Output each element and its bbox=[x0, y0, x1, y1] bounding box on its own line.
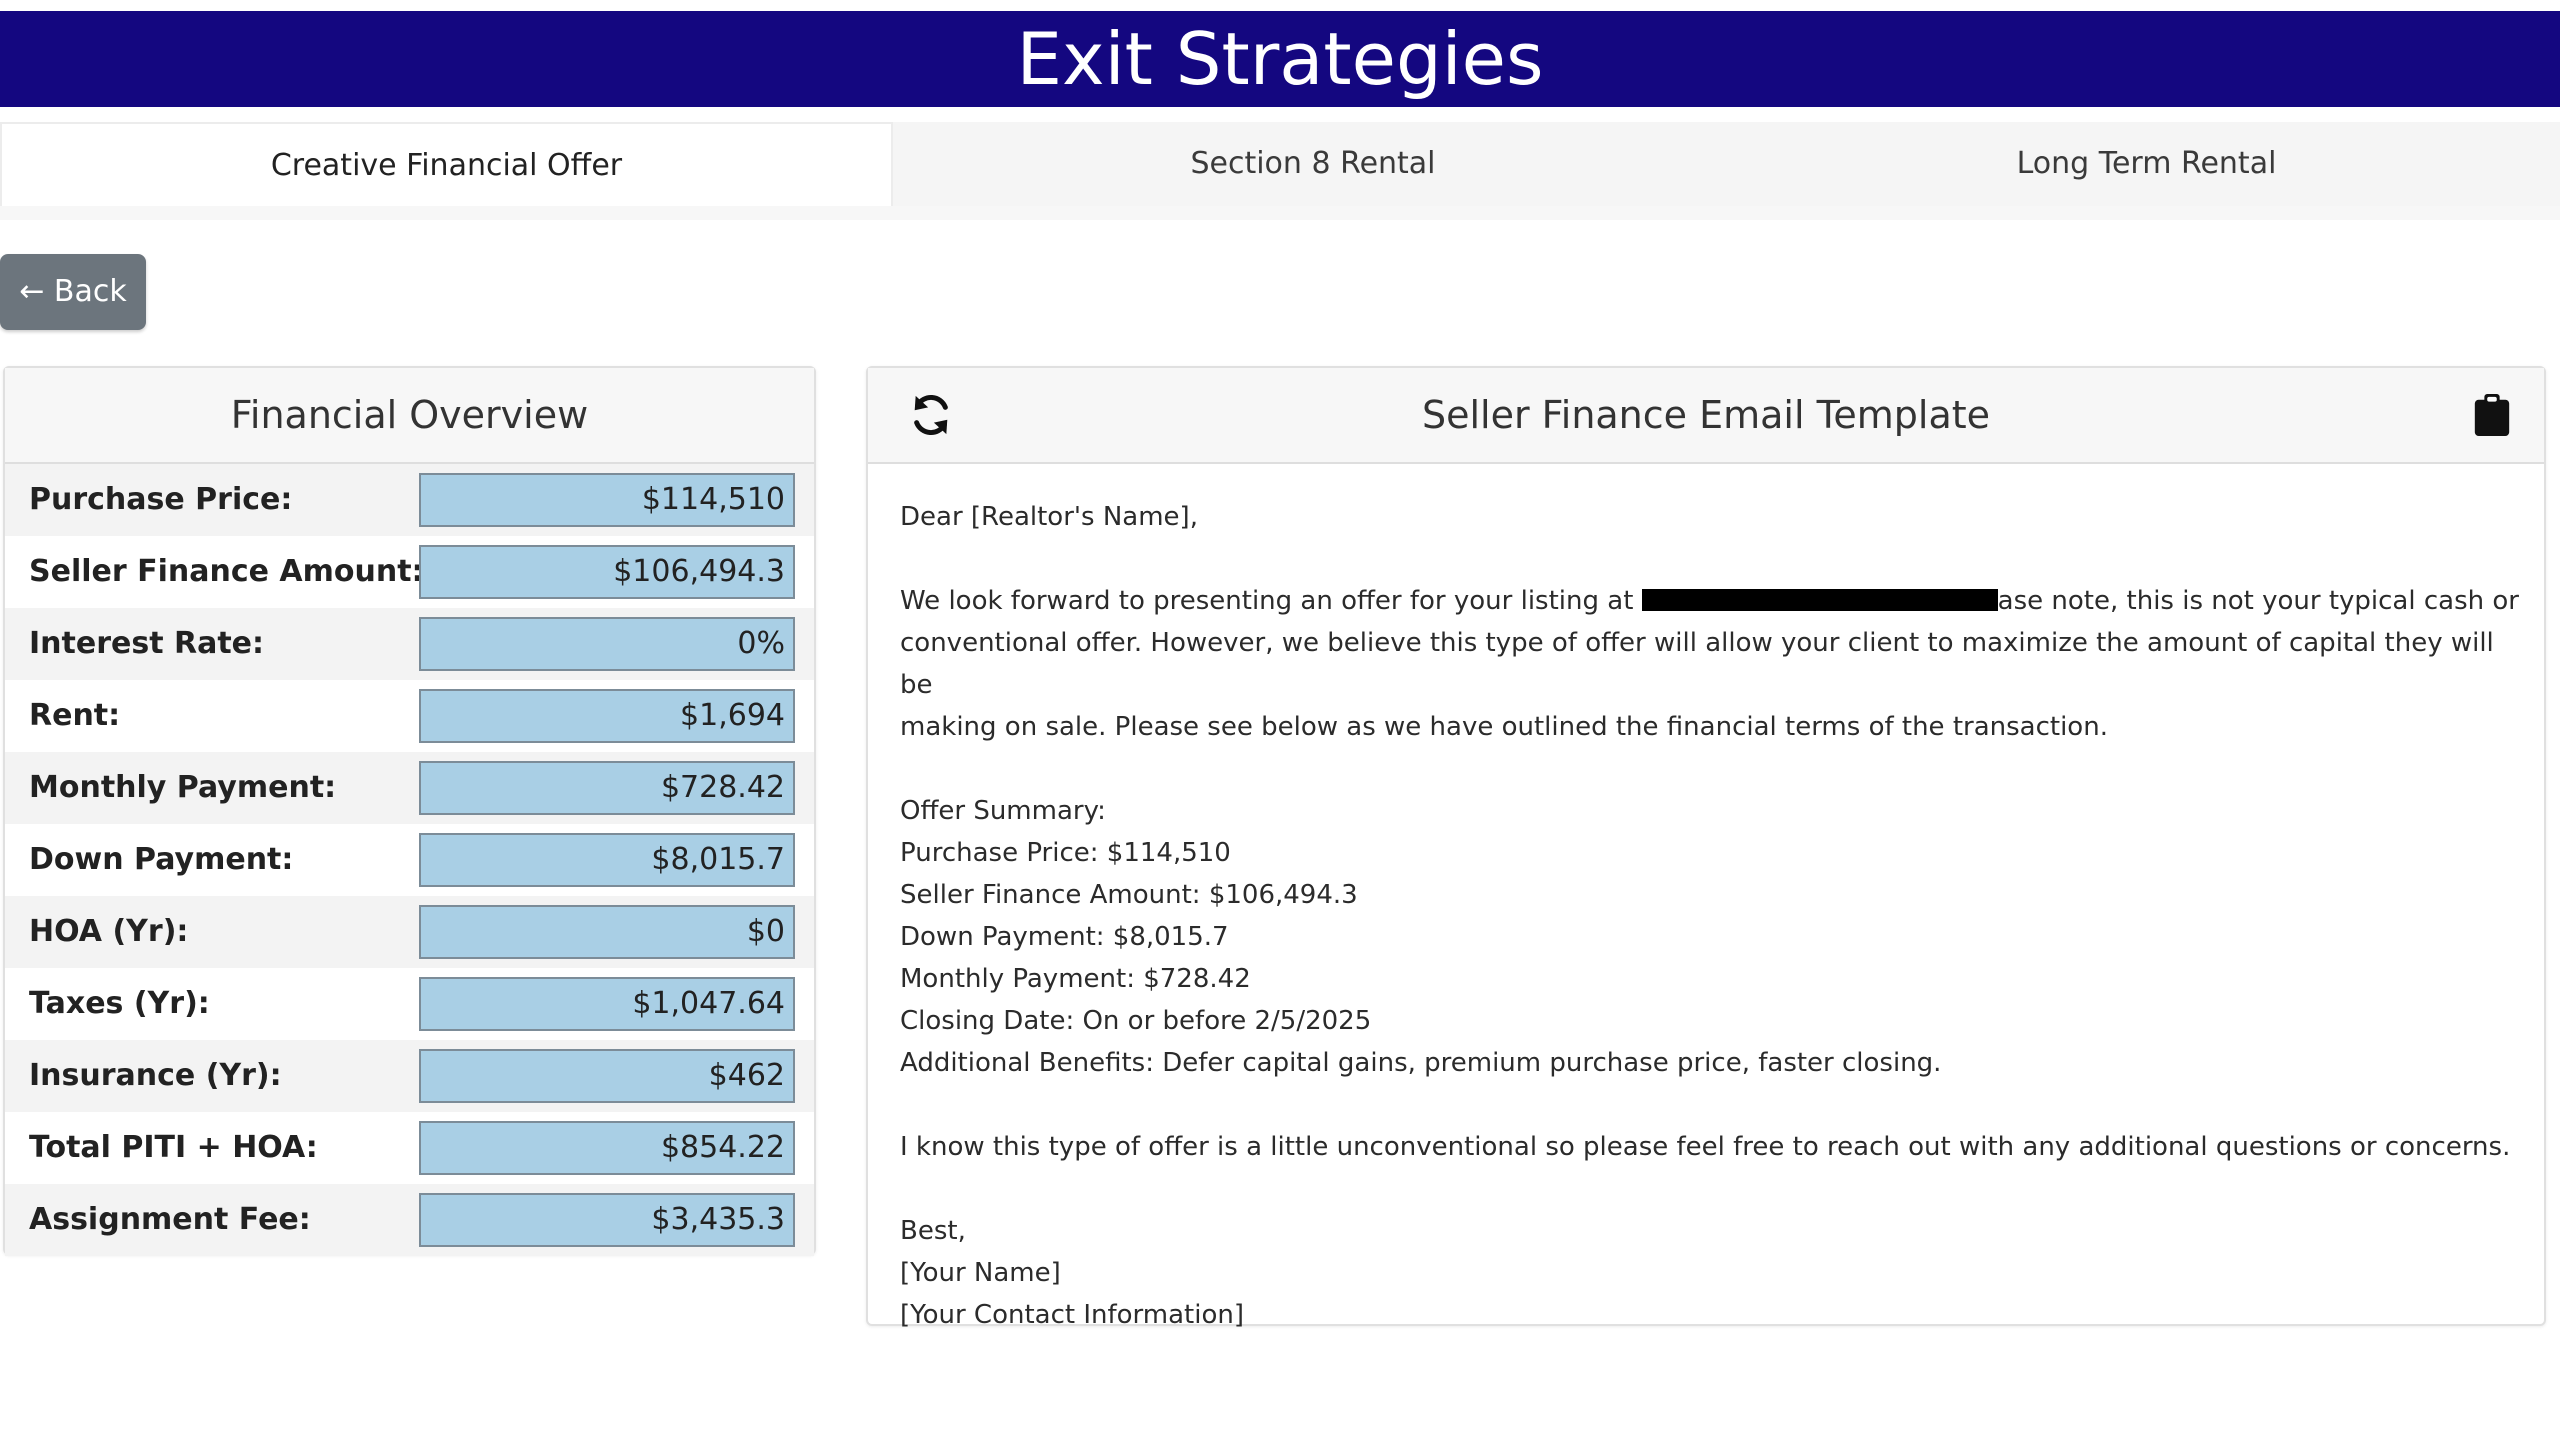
email-template-title: Seller Finance Email Template bbox=[1421, 393, 1991, 437]
email-intro-line-2: conventional offer. However, we believe … bbox=[900, 628, 2494, 700]
financial-overview-panel: Financial Overview Purchase Price: $114,… bbox=[3, 366, 816, 1256]
back-button[interactable]: ← Back bbox=[0, 254, 146, 330]
email-template-header: Seller Finance Email Template bbox=[868, 368, 2544, 464]
row-insurance: Insurance (Yr): $462 bbox=[5, 1040, 814, 1112]
interest-rate-field[interactable]: 0% bbox=[419, 617, 795, 671]
row-purchase-price: Purchase Price: $114,510 bbox=[5, 464, 814, 536]
insurance-label: Insurance (Yr): bbox=[29, 1058, 282, 1093]
down-payment-label: Down Payment: bbox=[29, 842, 294, 877]
seller-finance-amount-label: Seller Finance Amount: bbox=[29, 554, 424, 589]
email-intro-line-3: making on sale. Please see below as we h… bbox=[900, 712, 2108, 742]
email-intro-part-2: ase note, this is not your typical cash … bbox=[1997, 586, 2519, 616]
summary-closing-date: Closing Date: On or before 2/5/2025 bbox=[900, 1006, 1372, 1036]
page-title: Exit Strategies bbox=[1016, 17, 1544, 101]
email-closing-note: I know this type of offer is a little un… bbox=[900, 1132, 2511, 1162]
assignment-fee-label: Assignment Fee: bbox=[29, 1202, 311, 1237]
summary-seller-finance-amount: Seller Finance Amount: $106,494.3 bbox=[900, 880, 1358, 910]
row-total-piti-hoa: Total PITI + HOA: $854.22 bbox=[5, 1112, 814, 1184]
rent-label: Rent: bbox=[29, 698, 121, 733]
tab-divider bbox=[0, 206, 2560, 220]
summary-additional-benefits: Additional Benefits: Defer capital gains… bbox=[900, 1048, 1942, 1078]
row-monthly-payment: Monthly Payment: $728.42 bbox=[5, 752, 814, 824]
email-intro-part-1: We look forward to presenting an offer f… bbox=[900, 586, 1634, 616]
rent-field[interactable]: $1,694 bbox=[419, 689, 795, 743]
tab-creative-financial-offer[interactable]: Creative Financial Offer bbox=[0, 122, 893, 206]
row-interest-rate: Interest Rate: 0% bbox=[5, 608, 814, 680]
total-piti-hoa-field[interactable]: $854.22 bbox=[419, 1121, 795, 1175]
clipboard-icon[interactable] bbox=[2474, 394, 2510, 436]
summary-purchase-price: Purchase Price: $114,510 bbox=[900, 838, 1231, 868]
hoa-field[interactable]: $0 bbox=[419, 905, 795, 959]
row-seller-finance-amount: Seller Finance Amount: $106,494.3 bbox=[5, 536, 814, 608]
seller-finance-amount-field[interactable]: $106,494.3 bbox=[419, 545, 795, 599]
row-hoa: HOA (Yr): $0 bbox=[5, 896, 814, 968]
email-contact-placeholder: [Your Contact Information] bbox=[900, 1300, 1244, 1330]
taxes-label: Taxes (Yr): bbox=[29, 986, 210, 1021]
hoa-label: HOA (Yr): bbox=[29, 914, 189, 949]
row-down-payment: Down Payment: $8,015.7 bbox=[5, 824, 814, 896]
total-piti-hoa-label: Total PITI + HOA: bbox=[29, 1130, 318, 1165]
page-header: Exit Strategies bbox=[0, 11, 2560, 107]
refresh-icon[interactable] bbox=[908, 392, 954, 438]
email-body: Dear [Realtor's Name], We look forward t… bbox=[900, 496, 2520, 1336]
offer-summary-heading: Offer Summary: bbox=[900, 796, 1106, 826]
insurance-field[interactable]: $462 bbox=[419, 1049, 795, 1103]
financial-overview-title: Financial Overview bbox=[5, 368, 814, 464]
tab-section-8-rental[interactable]: Section 8 Rental bbox=[893, 122, 1733, 206]
monthly-payment-field[interactable]: $728.42 bbox=[419, 761, 795, 815]
down-payment-field[interactable]: $8,015.7 bbox=[419, 833, 795, 887]
row-rent: Rent: $1,694 bbox=[5, 680, 814, 752]
interest-rate-label: Interest Rate: bbox=[29, 626, 265, 661]
monthly-payment-label: Monthly Payment: bbox=[29, 770, 337, 805]
assignment-fee-field[interactable]: $3,435.3 bbox=[419, 1193, 795, 1247]
purchase-price-label: Purchase Price: bbox=[29, 482, 293, 517]
tab-bar: Creative Financial Offer Section 8 Renta… bbox=[0, 122, 2560, 206]
email-name-placeholder: [Your Name] bbox=[900, 1258, 1061, 1288]
summary-down-payment: Down Payment: $8,015.7 bbox=[900, 922, 1229, 952]
email-sign-off: Best, bbox=[900, 1216, 966, 1246]
row-assignment-fee: Assignment Fee: $3,435.3 bbox=[5, 1184, 814, 1256]
taxes-field[interactable]: $1,047.64 bbox=[419, 977, 795, 1031]
summary-monthly-payment: Monthly Payment: $728.42 bbox=[900, 964, 1251, 994]
redacted-address bbox=[1641, 589, 1998, 611]
email-greeting: Dear [Realtor's Name], bbox=[900, 502, 1198, 532]
purchase-price-field[interactable]: $114,510 bbox=[419, 473, 795, 527]
email-template-panel: Seller Finance Email Template Dear [Real… bbox=[866, 366, 2546, 1330]
tab-long-term-rental[interactable]: Long Term Rental bbox=[1733, 122, 2560, 206]
row-taxes: Taxes (Yr): $1,047.64 bbox=[5, 968, 814, 1040]
email-intro-line-1: We look forward to presenting an offer f… bbox=[900, 580, 2520, 622]
